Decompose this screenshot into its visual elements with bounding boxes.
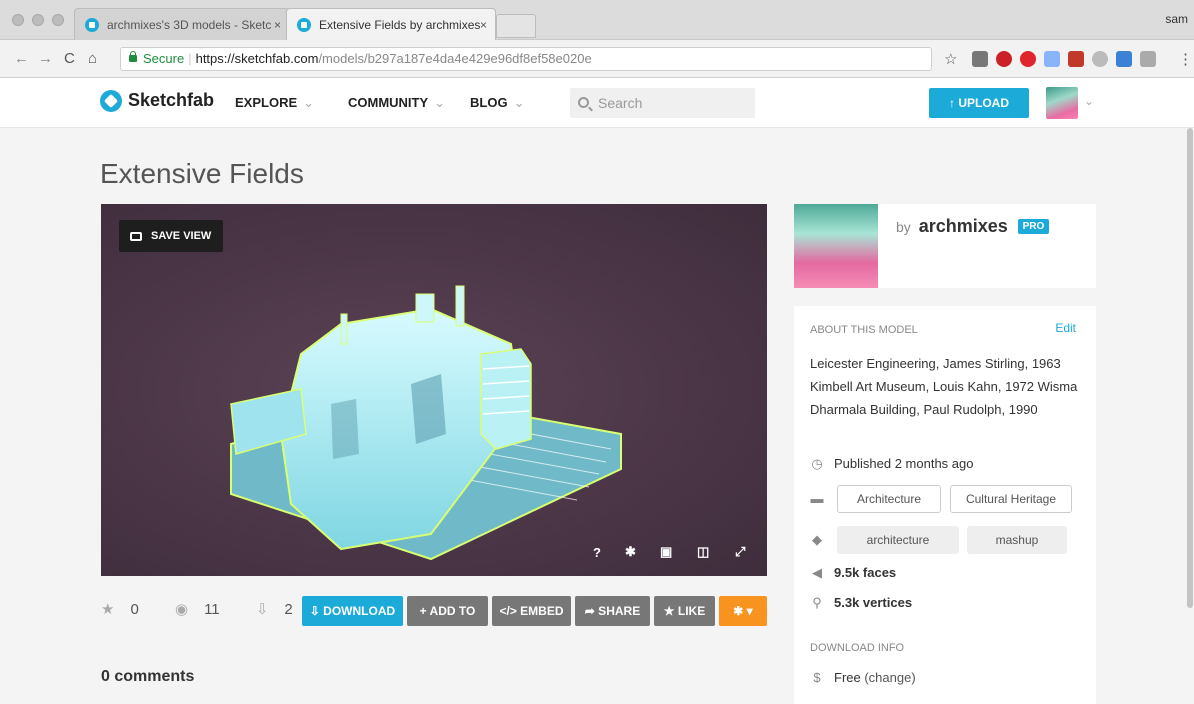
dollar-icon: $: [813, 670, 821, 685]
tab-close-icon[interactable]: ×: [480, 9, 487, 40]
camera-extension-icon[interactable]: [1140, 51, 1156, 67]
chevron-down-icon: ⌄: [513, 95, 525, 110]
search-input[interactable]: Search: [570, 88, 755, 118]
upload-button[interactable]: ↑ UPLOAD: [929, 88, 1029, 118]
author-name[interactable]: archmixes: [919, 216, 1008, 236]
add-to-button[interactable]: + ADD TO: [407, 596, 488, 626]
downloads-stat: ⇩ 2: [255, 601, 293, 618]
tab-archmixes-models[interactable]: archmixes's 3D models - Sketc ×: [74, 8, 290, 40]
help-icon[interactable]: ?: [593, 545, 601, 560]
pinterest-icon[interactable]: [996, 51, 1012, 67]
tab-title: Extensive Fields by archmixes: [319, 18, 481, 32]
tab-close-icon[interactable]: ×: [274, 9, 281, 40]
author-byline: by archmixes PRO: [896, 216, 1050, 237]
camera-icon: [130, 232, 142, 241]
edit-link[interactable]: Edit: [1055, 321, 1076, 335]
comments-heading: 0 comments: [101, 668, 195, 685]
url-path: /models/b297a187e4da4e429e96df8ef58e020e: [318, 51, 592, 66]
sketchfab-favicon-icon: [297, 18, 311, 32]
avatar[interactable]: [1046, 87, 1078, 119]
address-bar[interactable]: Secure | https://sketchfab.com/models/b297…: [120, 47, 932, 71]
faces-row: ◀ 9.5k faces: [812, 565, 897, 580]
search-placeholder: Search: [598, 95, 643, 111]
author-card: by archmixes PRO: [794, 204, 1096, 288]
vertices-row: ⚲ 5.3k vertices: [810, 595, 912, 611]
model-thumbnail[interactable]: [794, 204, 878, 288]
vertices-icon: ⚲: [812, 595, 822, 610]
new-tab-button[interactable]: [496, 14, 536, 38]
extension-arrow-icon[interactable]: [1116, 51, 1132, 67]
url-host: https://sketchfab.com: [195, 51, 319, 66]
category-chip[interactable]: Architecture: [837, 485, 941, 513]
eye-icon: ◉: [174, 601, 189, 618]
model-stats: ★ 0 ◉ 11 ⇩ 2: [101, 600, 325, 618]
star-icon: ★: [101, 601, 115, 618]
clock-icon: ◷: [811, 456, 823, 471]
tag-icon: ◆: [812, 532, 822, 547]
home-icon[interactable]: ⌂: [88, 50, 97, 67]
about-heading: ABOUT THIS MODEL: [810, 324, 918, 336]
model-render-image: [230, 285, 622, 561]
extension-bars-icon[interactable]: [1068, 51, 1084, 67]
views-stat: ◉ 11: [174, 601, 220, 618]
window-minimize-button[interactable]: [32, 14, 44, 26]
change-license-link[interactable]: (change): [861, 670, 915, 685]
secure-label: Secure: [143, 51, 185, 66]
faces-icon: ◀: [812, 565, 822, 580]
tag-chip[interactable]: architecture: [837, 526, 959, 554]
settings-gear-icon[interactable]: ✱: [625, 544, 636, 560]
nav-blog[interactable]: BLOG ⌄: [470, 95, 524, 111]
published-row: ◷ Published 2 months ago: [811, 456, 974, 471]
share-button[interactable]: ➦ SHARE: [575, 596, 650, 626]
back-arrow-icon[interactable]: ←: [14, 50, 29, 67]
save-view-button[interactable]: SAVE VIEW: [119, 220, 224, 252]
chevron-down-icon[interactable]: ⌄: [1084, 94, 1094, 108]
extension-cloud-icon[interactable]: [1092, 51, 1108, 67]
model-settings-button[interactable]: ✱ ▾: [719, 596, 767, 626]
sketchfab-logo-icon[interactable]: [100, 90, 122, 112]
site-header: Sketchfab EXPLORE ⌄ COMMUNITY ⌄ BLOG ⌄ Sear…: [0, 78, 1194, 128]
bookmark-star-icon[interactable]: ☆: [944, 50, 957, 68]
download-button[interactable]: ⇩ DOWNLOAD: [302, 596, 403, 626]
pro-badge: PRO: [1017, 219, 1050, 234]
window-zoom-button[interactable]: [52, 14, 64, 26]
download-info-heading: DOWNLOAD INFO: [810, 642, 905, 654]
lock-icon: [129, 51, 137, 62]
docs-icon[interactable]: [1044, 51, 1060, 67]
tab-extensive-fields[interactable]: Extensive Fields by archmixes ×: [286, 8, 496, 40]
vr-icon[interactable]: ▣: [660, 544, 672, 560]
tab-title: archmixes's 3D models - Sketc: [107, 18, 272, 32]
about-panel: ABOUT THIS MODEL Edit Leicester Engineer…: [794, 306, 1096, 704]
browser-toolbar: ← → C ⌂ Secure | https://sketchfab.com/mod…: [0, 40, 1194, 78]
embed-view-icon[interactable]: ◫: [697, 544, 709, 560]
model-viewer[interactable]: SAVE VIEW ? ✱ ▣ ◫ ⤢: [101, 204, 767, 576]
embed-button[interactable]: </> EMBED: [492, 596, 571, 626]
chevron-down-icon: ⌄: [434, 95, 446, 110]
forward-arrow-icon[interactable]: →: [38, 50, 53, 67]
extension-t-icon[interactable]: [972, 51, 988, 67]
model-description: Leicester Engineering, James Stirling, 1…: [810, 356, 1078, 417]
window-close-button[interactable]: [12, 14, 24, 26]
like-button[interactable]: ★ LIKE: [654, 596, 715, 626]
chevron-down-icon: ⌄: [303, 95, 315, 110]
page-scrollbar[interactable]: [1187, 128, 1193, 608]
page-title: Extensive Fields: [100, 158, 304, 189]
folder-icon: ▬: [810, 491, 824, 506]
reload-icon[interactable]: C: [64, 50, 75, 67]
opera-icon[interactable]: [1020, 51, 1036, 67]
brand-name[interactable]: Sketchfab: [128, 90, 214, 111]
likes-stat: ★ 0: [101, 601, 139, 618]
browser-titlebar: archmixes's 3D models - Sketc × Extensiv…: [0, 0, 1194, 40]
browser-menu-icon[interactable]: ⋮: [1178, 50, 1193, 68]
nav-explore[interactable]: EXPLORE ⌄: [235, 95, 314, 111]
profile-name[interactable]: sam: [1165, 12, 1188, 26]
tag-chip[interactable]: mashup: [967, 526, 1067, 554]
fullscreen-icon[interactable]: ⤢: [735, 544, 745, 560]
price-row: $ Free (change): [810, 670, 915, 685]
search-icon: [578, 97, 589, 108]
nav-community[interactable]: COMMUNITY ⌄: [348, 95, 445, 111]
category-chip[interactable]: Cultural Heritage: [950, 485, 1072, 513]
download-icon: ⇩: [255, 601, 269, 618]
sketchfab-favicon-icon: [85, 18, 99, 32]
